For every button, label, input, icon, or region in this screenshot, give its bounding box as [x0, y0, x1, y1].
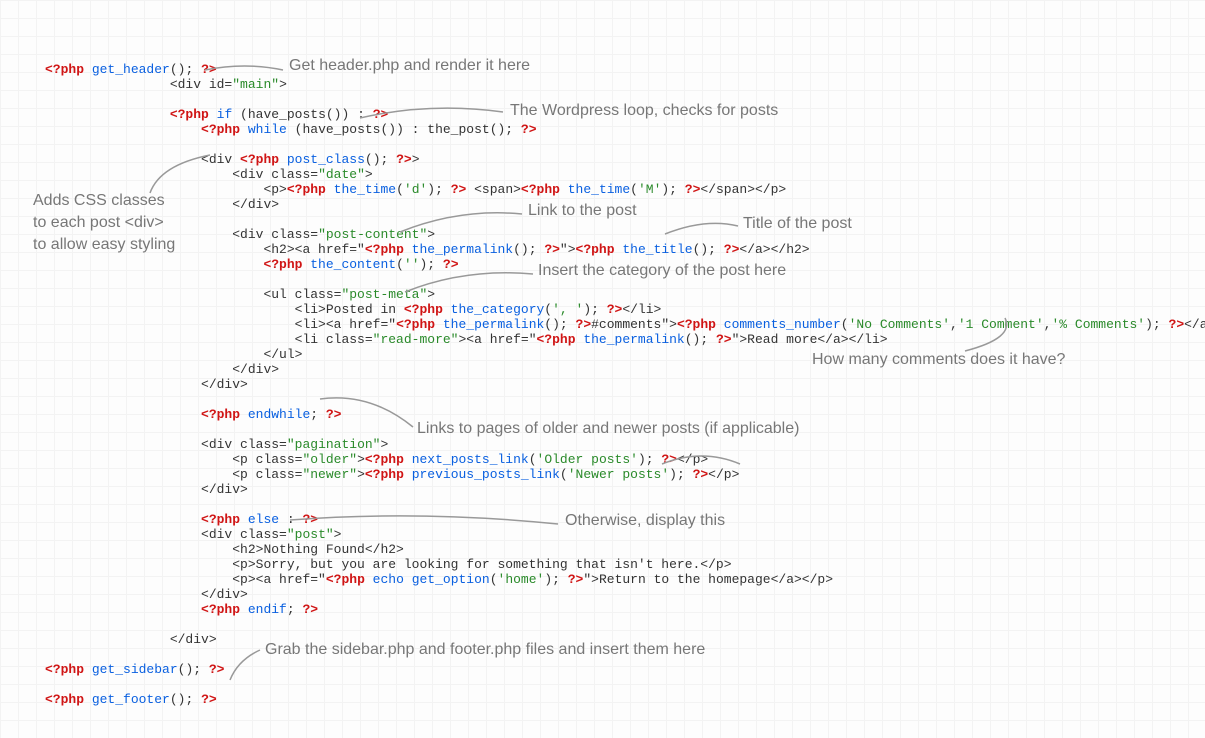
annotation-comments: How many comments does it have?: [812, 349, 1065, 371]
code-line: <?php endwhile; ?>: [45, 407, 341, 422]
arrow-icon: [662, 448, 742, 468]
arrow-icon: [290, 514, 560, 534]
code-line: <?php get_footer(); ?>: [45, 692, 217, 707]
code-line: </div>: [45, 377, 248, 392]
code-line: <?php the_content(''); ?>: [45, 257, 459, 272]
annotation-sidebar-footer: Grab the sidebar.php and footer.php file…: [265, 639, 705, 661]
annotation-post-class: Adds CSS classes to each post <div> to a…: [33, 190, 175, 256]
code-line: <div <?php post_class(); ?>>: [45, 152, 420, 167]
code-line: <ul class="post-meta">: [45, 287, 435, 302]
annotation-loop: The Wordpress loop, checks for posts: [510, 100, 778, 122]
arrow-icon: [230, 650, 262, 682]
arrow-icon: [320, 395, 415, 430]
code-line: </div>: [45, 587, 248, 602]
annotation-header: Get header.php and render it here: [289, 55, 530, 77]
code-line: <?php else : ?>: [45, 512, 318, 527]
annotation-else: Otherwise, display this: [565, 510, 725, 532]
code-line: </div>: [45, 632, 217, 647]
annotation-title: Title of the post: [743, 213, 852, 235]
code-line: <?php get_sidebar(); ?>: [45, 662, 224, 677]
code-line: <p class="older"><?php next_posts_link('…: [45, 452, 708, 467]
code-line: <p class="newer"><?php previous_posts_li…: [45, 467, 739, 482]
code-line: </div>: [45, 482, 248, 497]
arrow-icon: [400, 210, 525, 235]
code-line: <?php endif; ?>: [45, 602, 318, 617]
code-line: <li class="read-more"><a href="<?php the…: [45, 332, 888, 347]
code-line: <?php while (have_posts()) : the_post();…: [45, 122, 537, 137]
code-line: <?php get_header(); ?>: [45, 62, 217, 77]
code-line: </div>: [45, 362, 279, 377]
code-line: </ul>: [45, 347, 302, 362]
code-line: <p><a href="<?php echo get_option('home'…: [45, 572, 833, 587]
arrow-icon: [360, 104, 505, 124]
arrow-icon: [150, 155, 220, 195]
code-line: <div class="pagination">: [45, 437, 388, 452]
code-line: <li>Posted in <?php the_category(', '); …: [45, 302, 661, 317]
code-line: <li><a href="<?php the_permalink(); ?>#c…: [45, 317, 1205, 332]
annotation-link: Link to the post: [528, 200, 637, 222]
code-line: <?php if (have_posts()) : ?>: [45, 107, 388, 122]
arrow-icon: [965, 318, 1015, 353]
arrow-icon: [665, 220, 740, 240]
annotation-category: Insert the category of the post here: [538, 260, 786, 282]
code-line: <h2>Nothing Found</h2>: [45, 542, 404, 557]
arrow-icon: [205, 64, 285, 76]
arrow-icon: [405, 270, 535, 295]
code-line: <div id="main">: [45, 77, 287, 92]
annotation-pagination: Links to pages of older and newer posts …: [417, 418, 799, 440]
code-line: <p>Sorry, but you are looking for someth…: [45, 557, 732, 572]
